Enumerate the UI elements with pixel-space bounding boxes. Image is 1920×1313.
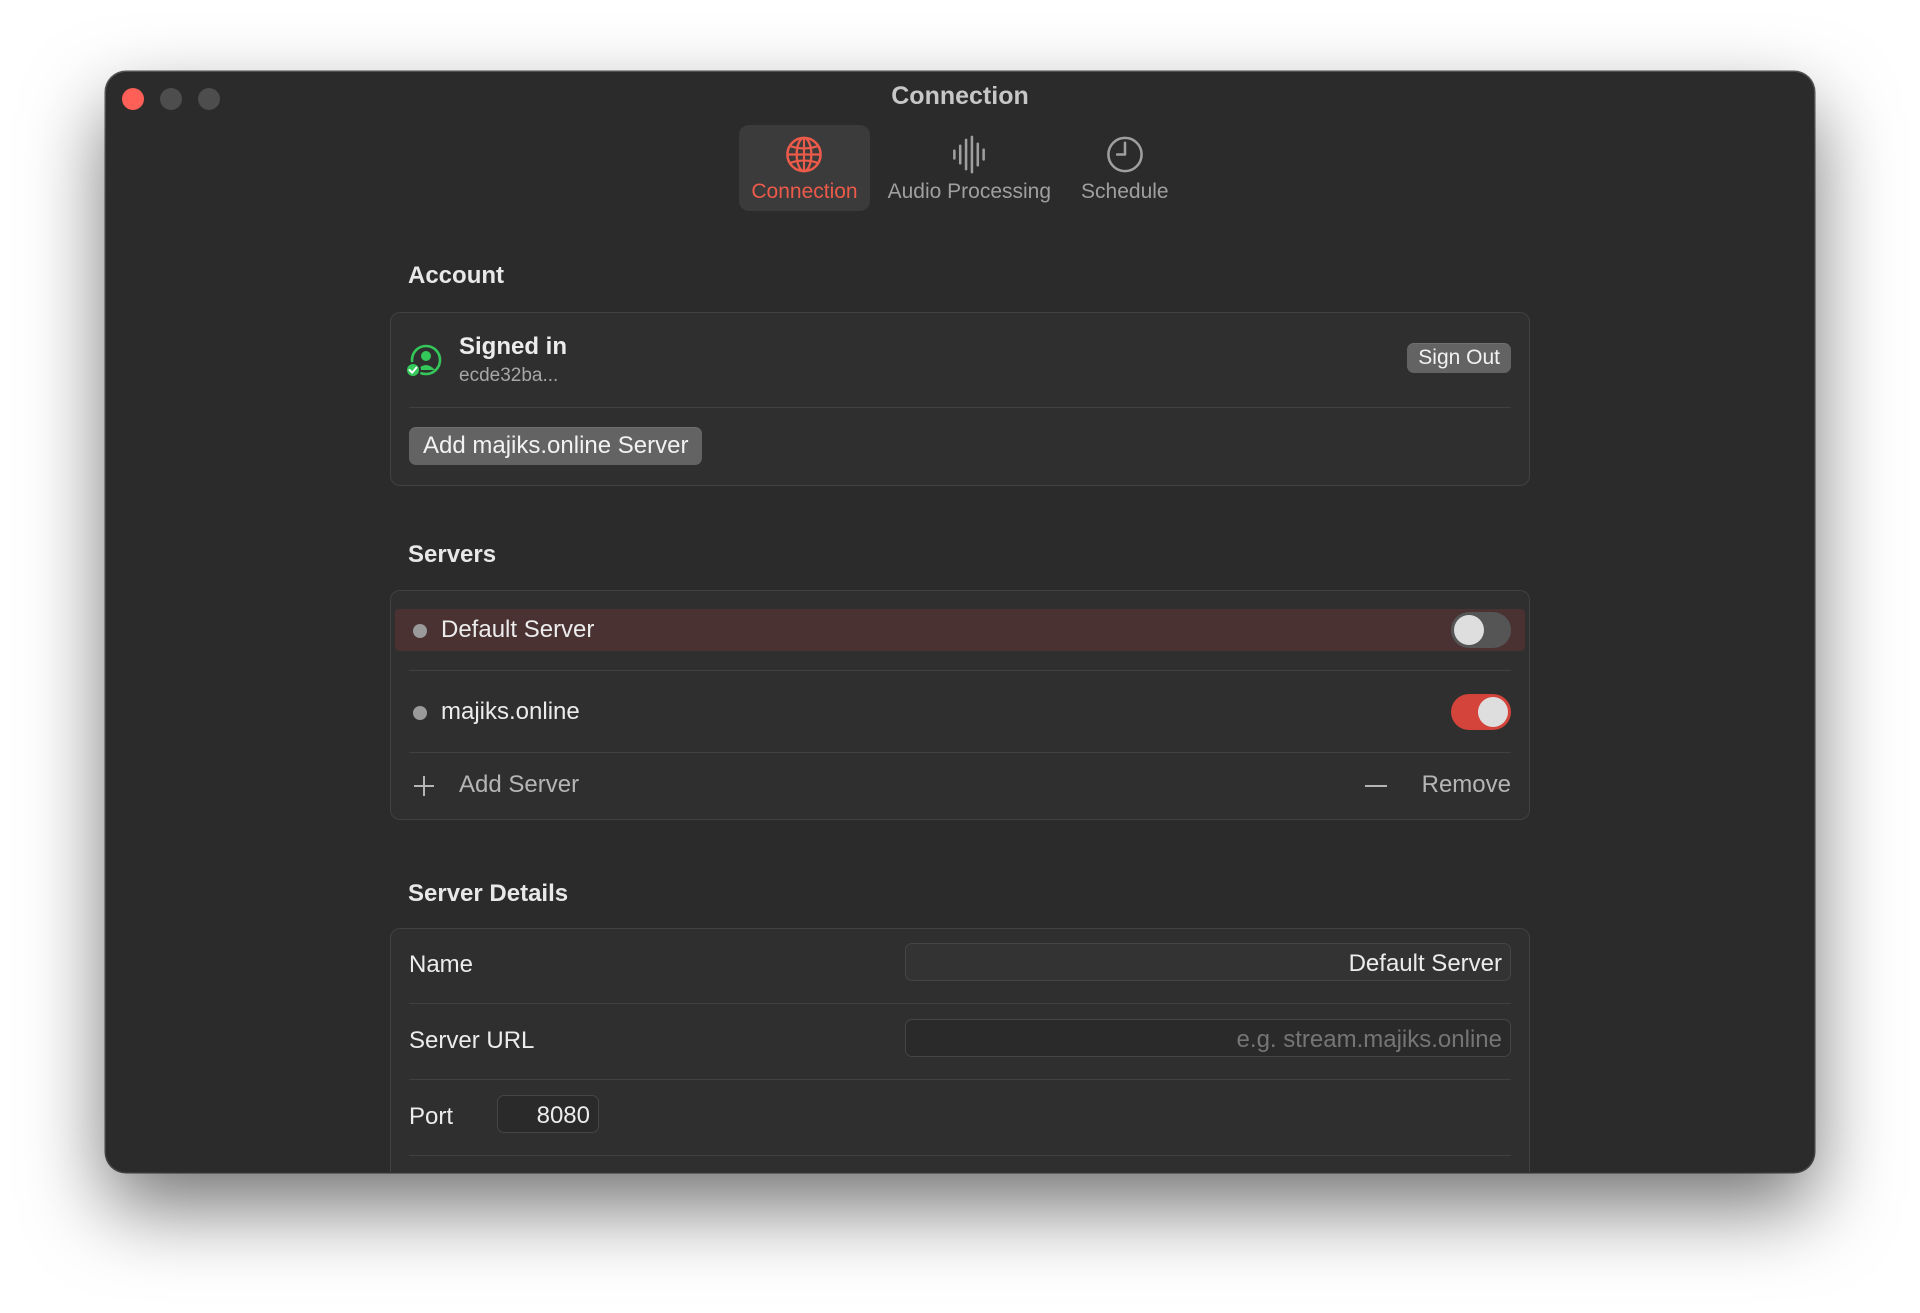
name-label: Name: [409, 951, 474, 978]
port-label: Port: [409, 1103, 454, 1130]
globe-icon: [786, 136, 823, 173]
server-name: Default Server: [441, 616, 595, 643]
server-details-group: Name Server URL Port: [390, 928, 1530, 1172]
server-enable-toggle[interactable]: [1451, 694, 1511, 730]
preferences-toolbar: Connection Audio Processing Schedule: [106, 125, 1814, 211]
server-status-dot: [413, 706, 427, 720]
server-url-field[interactable]: [905, 1019, 1511, 1057]
server-name: majiks.online: [441, 698, 580, 725]
server-url-label: Server URL: [409, 1027, 535, 1054]
port-field[interactable]: [497, 1095, 599, 1133]
server-status-dot: [413, 624, 427, 638]
divider: [409, 1155, 1511, 1156]
divider: [409, 1079, 1511, 1080]
toggle-knob: [1478, 697, 1508, 727]
tab-schedule[interactable]: Schedule: [1069, 125, 1181, 211]
tab-audio-processing[interactable]: Audio Processing: [876, 125, 1063, 211]
clock-icon: [1106, 136, 1143, 173]
tab-label: Audio Processing: [887, 180, 1052, 203]
person-checkmark-icon: [405, 344, 442, 378]
minus-icon[interactable]: [1365, 785, 1387, 787]
preferences-window: Connection Connection Audio Processing S…: [106, 72, 1814, 1172]
divider: [409, 1003, 1511, 1004]
window-title: Connection: [891, 82, 1029, 110]
servers-section-title: Servers: [408, 541, 497, 568]
servers-list: Default Server majiks.online Add Server: [390, 590, 1530, 820]
remove-server-button[interactable]: Remove: [1422, 771, 1511, 799]
server-row-majiks[interactable]: majiks.online: [395, 691, 1525, 733]
server-details-section-title: Server Details: [408, 880, 569, 907]
toggle-knob: [1454, 615, 1484, 645]
server-enable-toggle[interactable]: [1451, 612, 1511, 648]
account-group: Signed in ecde32ba... Sign Out Add majik…: [390, 312, 1530, 486]
account-user-id: ecde32ba...: [459, 365, 559, 386]
server-name-field[interactable]: [905, 943, 1511, 981]
divider: [409, 670, 1511, 671]
tab-label: Connection: [751, 180, 858, 203]
add-majiks-server-button[interactable]: Add majiks.online Server: [409, 427, 703, 465]
add-server-button[interactable]: Add Server: [459, 771, 579, 799]
server-row-default[interactable]: Default Server: [395, 609, 1525, 651]
account-section-title: Account: [408, 262, 504, 289]
waveform-icon: [953, 135, 986, 174]
account-status: Signed in: [459, 333, 567, 360]
divider: [409, 752, 1511, 753]
plus-icon[interactable]: [413, 775, 435, 797]
tab-connection[interactable]: Connection: [739, 125, 870, 211]
tab-label: Schedule: [1081, 180, 1169, 203]
sign-out-button[interactable]: Sign Out: [1407, 343, 1511, 373]
divider: [409, 407, 1511, 408]
